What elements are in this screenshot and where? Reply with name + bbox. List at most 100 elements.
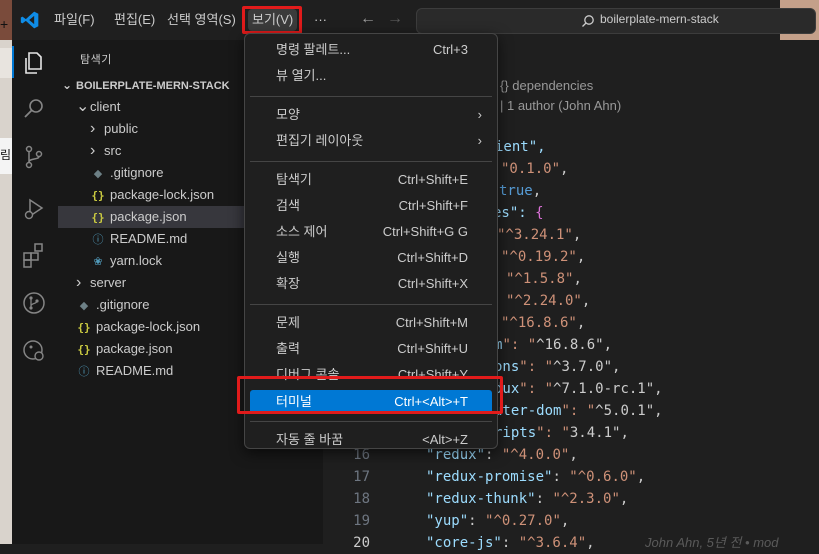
explorer-icon[interactable] [20,49,48,77]
menu-item-label: 문제 [276,315,300,330]
background-window-strip: + 림 [0,0,12,544]
json-value: "^0.27.0" [485,513,561,529]
menu-separator [250,96,492,97]
json-value: "^2.3.0" [552,491,620,507]
menu-item-label: 명령 팔레트... [276,42,351,57]
menu-item-label: 자동 줄 바꿈 [276,432,344,447]
menu-item-shortcut: Ctrl+3 [432,42,468,57]
annotation-box-view-menu [242,6,302,34]
chevron-right-icon: › [477,107,482,122]
tree-item-label: package-lock.json [110,187,215,202]
json-key: "redux-thunk" [426,491,536,507]
active-indicator [12,46,14,78]
view-menu-item-2-4[interactable]: 확장 Ctrl+Shift+X [250,272,492,296]
code-line-fragment: ripts": "3.4.1", [494,425,629,441]
code-line-fragment: "^2.24.0", [506,293,591,309]
menu-2[interactable]: 편집(E) [110,9,159,31]
json-file-icon: {} [77,343,91,356]
plus-glyph: + [0,16,9,32]
json-key: "yup" [426,513,469,529]
git-file-icon: ◆ [93,168,103,180]
code-line-fragment: ons": "^3.7.0", [494,359,621,375]
tree-item-label: client [90,99,121,114]
view-menu-item-3-0[interactable]: 문제 Ctrl+Shift+M [250,311,492,335]
line-number: 17 [353,469,370,485]
tree-item-label: .gitignore [96,297,150,312]
view-menu-item-1-1[interactable]: 편집기 레이아웃 › [250,129,492,153]
codelens-author[interactable]: | 1 author (John Ahn) [500,98,621,113]
code-line-fragment: "0.1.0", [501,161,569,177]
code-line: "redux-promise": "^0.6.0", [426,469,646,485]
command-center-label: boilerplate-mern-stack [600,12,719,26]
menu-1[interactable]: 파일(F) [50,9,99,31]
menu-item-label: 뷰 열기... [276,68,327,83]
chevron-down-icon: ⌄ [76,98,90,115]
yarn-file-icon: ❀ [93,256,103,268]
sidebar-title: 탐색기 [80,54,112,66]
view-menu-item-0-1[interactable]: 뷰 열기... [250,64,492,88]
line-number: 20 [353,535,370,551]
chevron-right-icon: › [477,133,482,148]
menu-item-label: 실행 [276,250,300,265]
view-menu-item-2-2[interactable]: 소스 제어 Ctrl+Shift+G G [250,220,492,244]
git-graph-icon[interactable] [20,289,48,317]
outer-text-fragment: 림 [0,148,12,162]
code-line-fragment: "^0.19.2", [501,249,586,265]
menu-separator [250,421,492,422]
run-debug-icon[interactable] [20,195,48,223]
search-view-icon[interactable] [20,95,48,123]
tree-item-label: README.md [96,363,174,378]
back-arrow-icon[interactable]: ← [360,10,376,28]
view-menu-item-2-1[interactable]: 검색 Ctrl+Shift+F [250,194,492,218]
json-file-icon: {} [91,211,105,224]
remote-explorer-icon[interactable] [20,337,48,365]
view-menu-item-4-0[interactable]: 자동 줄 바꿈 <Alt>+Z [250,428,492,452]
menu-item-shortcut: Ctrl+Shift+X [397,276,468,291]
tree-item-label: package.json [96,341,173,356]
chevron-down-icon: ⌄ [62,78,73,92]
git-blame-annotation: John Ahn, 5년 전 • mod [645,535,779,550]
chevron-right-icon: › [76,274,82,291]
tree-item-label: yarn.lock [110,253,163,268]
json-value: "^3.6.4" [518,535,587,551]
menu-item-shortcut: <Alt>+Z [422,432,468,447]
code-line-fragment: "^3.24.1", [497,227,582,243]
code-line-fragment: true, [499,183,542,199]
view-menu-item-3-1[interactable]: 출력 Ctrl+Shift+U [250,337,492,361]
info-file-icon: ⓘ [92,234,104,246]
code-line-fragment: es": { [493,205,544,221]
json-file-icon: {} [77,321,91,334]
line-number: 19 [353,513,370,529]
code-line-fragment: "^16.8.6", [501,315,586,331]
chevron-right-icon: › [90,142,96,159]
info-file-icon: ⓘ [78,366,90,378]
view-menu-item-1-0[interactable]: 모양 › [250,103,492,127]
json-value: "^4.0.0" [501,447,570,463]
code-line: "redux-thunk": "^2.3.0", [426,491,629,507]
breadcrumb-dependencies[interactable]: {} dependencies [500,78,593,93]
menu-separator [250,304,492,305]
code-line-fragment: m": "^16.8.6", [494,337,613,353]
view-menu-item-2-3[interactable]: 실행 Ctrl+Shift+D [250,246,492,270]
extensions-icon[interactable] [20,241,48,269]
forward-arrow-icon[interactable]: → [387,10,403,28]
view-menu-item-0-0[interactable]: 명령 팔레트... Ctrl+3 [250,38,492,62]
view-menu-item-2-0[interactable]: 탐색기 Ctrl+Shift+E [250,168,492,192]
vscode-logo-icon [20,11,39,29]
git-file-icon: ◆ [79,300,89,312]
workspace-name: BOILERPLATE-MERN-STACK [76,80,230,92]
line-number: 18 [353,491,370,507]
menu-item-shortcut: Ctrl+Shift+F [398,198,468,213]
more-menu-button[interactable]: ··· [310,9,331,31]
json-file-icon: {} [91,189,105,202]
menu-item-label: 확장 [276,276,300,291]
tree-item-label: package.json [110,209,187,224]
code-line-fragment: ient", [495,139,546,155]
menu-item-shortcut: Ctrl+Shift+D [397,250,468,265]
code-line: "yup": "^0.27.0", [426,513,570,529]
annotation-box-terminal [237,376,503,414]
source-control-icon[interactable] [20,143,48,171]
menu-3[interactable]: 선택 영역(S) [163,9,240,31]
code-line-fragment: dux": "^7.1.0-rc.1", [494,381,663,397]
menu-item-label: 검색 [276,198,300,213]
